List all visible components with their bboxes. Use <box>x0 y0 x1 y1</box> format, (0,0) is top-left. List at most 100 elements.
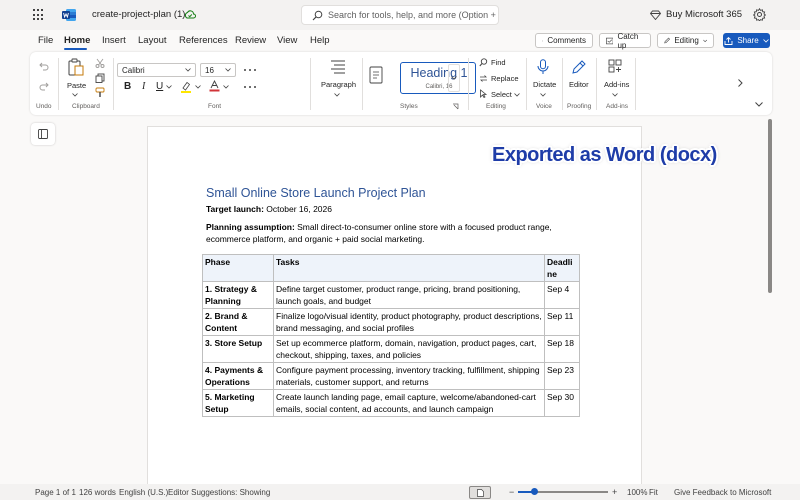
deadline-cell[interactable]: Sep 4 <box>544 281 580 309</box>
font-name-dropdown[interactable]: Calibri <box>117 63 196 77</box>
navigation-pane-button[interactable] <box>31 123 55 145</box>
app-launcher-icon[interactable] <box>33 9 45 21</box>
highlight-color-icon[interactable] <box>180 81 192 93</box>
share-button[interactable]: Share <box>723 33 770 48</box>
menu-layout[interactable]: Layout <box>138 35 167 46</box>
paste-icon[interactable] <box>68 58 84 76</box>
editing-mode-dropdown[interactable]: Editing <box>657 33 714 48</box>
header-tasks[interactable]: Tasks <box>273 254 545 282</box>
replace-label[interactable]: Replace <box>491 74 519 83</box>
document-heading[interactable]: Small Online Store Launch Project Plan <box>206 186 426 200</box>
chevron-down-icon[interactable] <box>514 93 520 97</box>
paragraph-chevron-icon[interactable] <box>334 93 340 97</box>
page-count[interactable]: Page 1 of 1 <box>35 488 76 497</box>
ribbon-scroll-right-icon[interactable] <box>738 79 743 87</box>
phase-cell[interactable]: 5. Marketing Setup <box>202 389 274 417</box>
cloud-sync-icon[interactable] <box>184 9 196 21</box>
menu-home[interactable]: Home <box>64 35 90 46</box>
project-plan-table[interactable]: Phase Tasks Deadline 1. Strategy & Plann… <box>202 254 580 417</box>
chevron-down-icon[interactable] <box>195 85 201 89</box>
tasks-cell[interactable]: Finalize logo/visual identity, product p… <box>273 308 545 336</box>
planning-assumption-line[interactable]: Planning assumption: Small direct-to-con… <box>206 221 552 233</box>
word-count[interactable]: 126 words <box>79 488 116 497</box>
style-gallery-heading1[interactable]: Heading 1 Calibri, 16 <box>400 62 476 94</box>
select-label[interactable]: Select <box>491 90 512 99</box>
deadline-cell[interactable]: Sep 23 <box>544 362 580 390</box>
editor-pen-icon[interactable] <box>571 59 587 75</box>
word-logo-icon[interactable] <box>62 8 76 22</box>
dialog-launcher-icon[interactable] <box>452 103 459 110</box>
phase-cell[interactable]: 2. Brand & Content <box>202 308 274 336</box>
redo-icon[interactable] <box>39 82 49 91</box>
fit-button[interactable]: Fit <box>649 488 658 497</box>
replace-icon[interactable] <box>479 74 488 83</box>
chevron-down-icon[interactable] <box>166 85 172 89</box>
undo-icon[interactable] <box>39 62 49 71</box>
menu-references[interactable]: References <box>179 35 228 46</box>
paste-chevron-icon[interactable] <box>72 93 78 97</box>
phase-cell[interactable]: 3. Store Setup <box>202 335 274 363</box>
buy-microsoft-365-button[interactable]: Buy Microsoft 365 <box>650 9 742 20</box>
zoom-in-button[interactable]: + <box>612 487 617 497</box>
zoom-slider-thumb[interactable] <box>531 488 539 495</box>
menu-insert[interactable]: Insert <box>102 35 126 46</box>
tasks-cell[interactable]: Create launch landing page, email captur… <box>273 389 545 417</box>
copy-icon[interactable] <box>95 73 105 83</box>
deadline-cell[interactable]: Sep 18 <box>544 335 580 363</box>
comments-button[interactable]: Comments <box>535 33 593 48</box>
find-icon[interactable] <box>479 58 488 67</box>
print-layout-view-button[interactable] <box>469 486 491 499</box>
styles-pane-icon[interactable] <box>369 66 383 84</box>
italic-button-icon[interactable]: I <box>142 81 145 92</box>
menu-file[interactable]: File <box>38 35 53 46</box>
catch-up-button[interactable]: Catch up <box>599 32 651 50</box>
chevron-down-icon[interactable] <box>540 93 546 97</box>
search-box[interactable] <box>301 5 499 25</box>
more-format-options-icon[interactable] <box>242 83 258 91</box>
paragraph-icon[interactable] <box>330 59 346 75</box>
ribbon-collapse-icon[interactable] <box>755 102 763 107</box>
microphone-icon[interactable] <box>537 59 549 75</box>
style-gallery-expand[interactable] <box>448 64 460 92</box>
editor-suggestions-status[interactable]: Editor Suggestions: Showing <box>168 488 270 497</box>
cut-icon[interactable] <box>95 58 105 68</box>
header-phase[interactable]: Phase <box>202 254 274 282</box>
format-painter-icon[interactable] <box>95 87 105 98</box>
add-ins-label[interactable]: Add-ins <box>604 80 629 89</box>
more-font-options-icon[interactable] <box>242 65 258 75</box>
editor-label[interactable]: Editor <box>569 80 589 89</box>
menu-review[interactable]: Review <box>235 35 266 46</box>
tasks-cell[interactable]: Set up ecommerce platform, domain, navig… <box>273 335 545 363</box>
deadline-cell[interactable]: Sep 11 <box>544 308 580 336</box>
font-color-icon[interactable] <box>209 80 220 92</box>
planning-assumption-continued[interactable]: ecommerce platform, and organic + paid s… <box>206 233 425 245</box>
menu-view[interactable]: View <box>277 35 297 46</box>
tasks-cell[interactable]: Define target customer, product range, p… <box>273 281 545 309</box>
document-title[interactable]: create-project-plan (1) <box>92 9 185 20</box>
dictate-label[interactable]: Dictate <box>533 80 556 89</box>
font-size-dropdown[interactable]: 16 <box>200 63 236 77</box>
menu-help[interactable]: Help <box>310 35 330 46</box>
target-launch-line[interactable]: Target launch: October 16, 2026 <box>206 203 332 215</box>
header-deadline[interactable]: Deadline <box>544 254 580 282</box>
select-icon[interactable] <box>479 89 488 98</box>
phase-cell[interactable]: 4. Payments & Operations <box>202 362 274 390</box>
paste-label[interactable]: Paste <box>67 81 86 90</box>
search-input[interactable] <box>328 8 496 22</box>
find-label[interactable]: Find <box>491 58 506 67</box>
paragraph-label[interactable]: Paragraph <box>321 80 356 89</box>
feedback-link[interactable]: Give Feedback to Microsoft <box>674 488 771 497</box>
chevron-down-icon[interactable] <box>612 93 618 97</box>
language-status[interactable]: English (U.S.) <box>119 488 168 497</box>
underline-button-icon[interactable]: U <box>156 81 163 92</box>
vertical-scrollbar-thumb[interactable] <box>768 119 772 293</box>
tasks-cell[interactable]: Configure payment processing, inventory … <box>273 362 545 390</box>
add-ins-grid-icon[interactable] <box>608 59 622 73</box>
zoom-out-button[interactable]: − <box>509 487 514 497</box>
chevron-down-icon[interactable] <box>223 85 229 89</box>
zoom-level[interactable]: 100% <box>627 488 647 497</box>
deadline-cell[interactable]: Sep 30 <box>544 389 580 417</box>
settings-gear-icon[interactable] <box>753 8 766 21</box>
phase-cell[interactable]: 1. Strategy & Planning <box>202 281 274 309</box>
bold-button-icon[interactable]: B <box>124 81 131 92</box>
